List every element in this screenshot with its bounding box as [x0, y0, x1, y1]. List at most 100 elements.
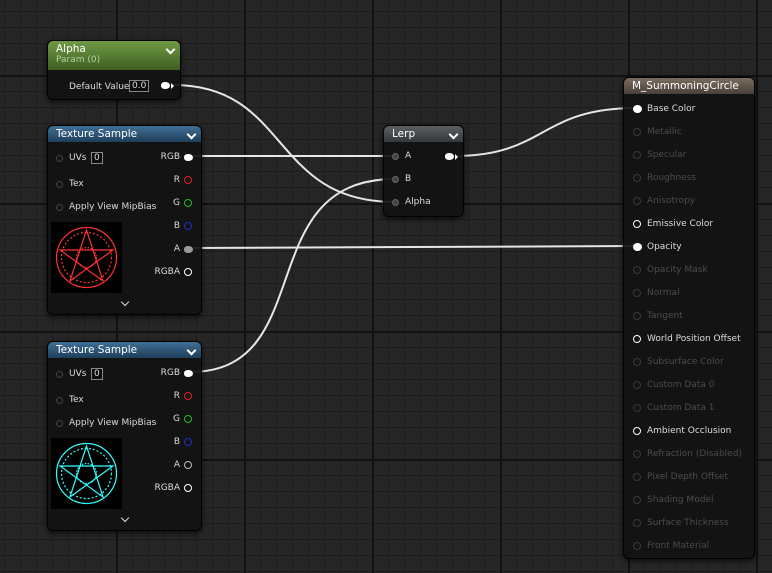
b-output-pin[interactable]: [184, 438, 192, 446]
mipbias-input-pin[interactable]: [56, 420, 63, 427]
alpha-output-pin[interactable]: [161, 82, 170, 89]
rgb-output-pin[interactable]: [184, 154, 193, 161]
lerp-a-input-pin[interactable]: [392, 153, 399, 160]
emissive-color-input-pin[interactable]: [633, 220, 641, 228]
ambient-occlusion-label: Ambient Occlusion: [647, 426, 732, 436]
pixel-depth-offset-label: Pixel Depth Offset: [647, 472, 728, 482]
uvs-field[interactable]: 0: [91, 368, 103, 380]
material-node-title: M_SummoningCircle: [632, 80, 739, 92]
rgba-output-pin[interactable]: [184, 484, 192, 492]
shading-model-label: Shading Model: [647, 495, 714, 505]
expand-preview-icon[interactable]: [120, 297, 130, 307]
normal-input-pin[interactable]: [633, 289, 641, 297]
base-color-input-pin[interactable]: [633, 105, 642, 113]
opacity-mask-input-pin[interactable]: [633, 266, 641, 274]
a-output-label: A: [173, 460, 180, 470]
ambient-occlusion-input-pin[interactable]: [633, 427, 641, 435]
subsurface-color-input-pin[interactable]: [633, 358, 641, 366]
lerp-output-pin[interactable]: [445, 153, 454, 160]
uvs-input-pin[interactable]: [56, 155, 63, 162]
world-position-offset-input-pin[interactable]: [633, 335, 641, 343]
subsurface-color-label: Subsurface Color: [647, 357, 724, 367]
g-output-pin[interactable]: [184, 415, 192, 423]
shading-model-input-pin[interactable]: [633, 496, 641, 504]
alpha-node-header[interactable]: Alpha Param (0): [48, 41, 180, 70]
g-output-pin[interactable]: [184, 199, 192, 207]
pixel-depth-offset-input-pin[interactable]: [633, 473, 641, 481]
specular-input-pin[interactable]: [633, 151, 641, 159]
lerp-node[interactable]: Lerp A B Alpha: [383, 125, 464, 217]
collapse-chevron-icon[interactable]: [186, 129, 197, 140]
mipbias-label: Apply View MipBias: [69, 202, 157, 212]
rgba-output-label: RGBA: [154, 267, 180, 277]
tex-input-pin[interactable]: [56, 397, 63, 404]
opacity-mask-label: Opacity Mask: [647, 265, 708, 275]
lerp-b-label: B: [405, 174, 412, 184]
surface-thickness-label: Surface Thickness: [647, 518, 729, 528]
uvs-input-pin[interactable]: [56, 371, 63, 378]
default-value-label: Default Value: [69, 82, 130, 92]
opacity-input-pin[interactable]: [633, 243, 642, 251]
rgb-output-label: RGB: [160, 368, 180, 378]
lerp-a-label: A: [405, 151, 412, 161]
custom-data-1-input-pin[interactable]: [633, 404, 641, 412]
alpha-param-node[interactable]: Alpha Param (0) Default Value 0.0: [47, 40, 181, 100]
default-value-field[interactable]: 0.0: [129, 80, 150, 92]
front-material-label: Front Material: [647, 541, 710, 551]
anisotropy-label: Anisotropy: [647, 196, 696, 206]
front-material-input-pin[interactable]: [633, 542, 641, 550]
a-output-pin[interactable]: [184, 461, 192, 469]
collapse-chevron-icon[interactable]: [448, 129, 459, 140]
pin-arrow-icon: [455, 154, 458, 160]
b-output-pin[interactable]: [184, 222, 192, 230]
lerp-alpha-input-pin[interactable]: [392, 199, 399, 206]
r-output-pin[interactable]: [184, 392, 192, 400]
texture-sample-2-header[interactable]: Texture Sample: [48, 342, 201, 358]
r-output-label: R: [173, 391, 180, 401]
cyan-summoning-circle-preview: [51, 438, 122, 509]
texture-sample-1-title: Texture Sample: [56, 128, 138, 140]
lerp-node-header[interactable]: Lerp: [384, 126, 463, 142]
texture-sample-1-header[interactable]: Texture Sample: [48, 126, 201, 142]
texture-sample-node-1[interactable]: Texture Sample UVs 0 Tex Apply View MipB…: [47, 125, 202, 315]
surface-thickness-input-pin[interactable]: [633, 519, 641, 527]
texture-sample-node-2[interactable]: Texture Sample UVs 0 Tex Apply View MipB…: [47, 341, 202, 531]
roughness-input-pin[interactable]: [633, 174, 641, 182]
expand-preview-icon[interactable]: [120, 513, 130, 523]
lerp-b-input-pin[interactable]: [392, 176, 399, 183]
g-output-label: G: [173, 198, 180, 208]
b-output-label: B: [173, 221, 180, 231]
anisotropy-input-pin[interactable]: [633, 197, 641, 205]
custom-data-0-input-pin[interactable]: [633, 381, 641, 389]
tangent-label: Tangent: [647, 311, 683, 321]
pentagram-icon: [55, 442, 118, 505]
collapse-chevron-icon[interactable]: [165, 44, 176, 55]
custom-data-0-label: Custom Data 0: [647, 380, 715, 390]
rgba-output-label: RGBA: [154, 483, 180, 493]
alpha-node-title: Alpha: [56, 43, 86, 55]
mipbias-label: Apply View MipBias: [69, 418, 157, 428]
tex-input-pin[interactable]: [56, 181, 63, 188]
uvs-label: UVs: [69, 369, 87, 379]
collapse-chevron-icon[interactable]: [186, 345, 197, 356]
red-summoning-circle-preview: [51, 222, 122, 293]
r-output-pin[interactable]: [184, 176, 192, 184]
material-node-header[interactable]: M_SummoningCircle: [624, 78, 754, 94]
a-output-pin[interactable]: [184, 246, 193, 253]
material-result-node[interactable]: M_SummoningCircle Base Color Metallic Spec…: [623, 77, 755, 559]
custom-data-1-label: Custom Data 1: [647, 403, 715, 413]
rgb-output-pin[interactable]: [184, 370, 193, 377]
normal-label: Normal: [647, 288, 680, 298]
tex-label: Tex: [69, 395, 84, 405]
emissive-color-label: Emissive Color: [647, 219, 714, 229]
tex-label: Tex: [69, 179, 84, 189]
wire-tex1-a-to-opacity: [189, 245, 637, 249]
mipbias-input-pin[interactable]: [56, 204, 63, 211]
rgba-output-pin[interactable]: [184, 268, 192, 276]
wire-lerp-to-base-color: [454, 107, 637, 157]
refraction-disabled-input-pin[interactable]: [633, 450, 641, 458]
r-output-label: R: [173, 175, 180, 185]
metallic-input-pin[interactable]: [633, 128, 641, 136]
tangent-input-pin[interactable]: [633, 312, 641, 320]
uvs-field[interactable]: 0: [91, 152, 103, 164]
